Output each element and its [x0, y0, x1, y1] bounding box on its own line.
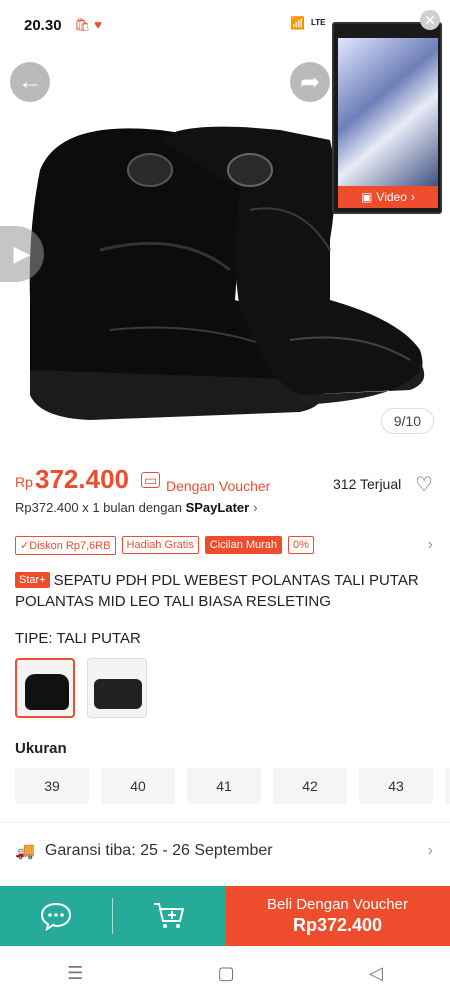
chevron-right-icon: ›	[253, 500, 258, 515]
variant-type-label: TIPE: TALI PUTAR	[15, 630, 141, 647]
promo-row[interactable]: ✓Diskon Rp7,6RB Hadiah Gratis Cicilan Mu…	[15, 534, 435, 556]
arrow-left-icon: ←	[18, 68, 42, 95]
chevron-right-icon: ›	[427, 842, 433, 859]
chevron-right-icon: ›	[410, 190, 415, 204]
divider	[0, 822, 450, 823]
system-icons: 📶 LTE	[290, 16, 325, 30]
voucher-label: Dengan Voucher	[166, 478, 271, 494]
size-label: Ukuran	[15, 740, 67, 757]
size-option[interactable]: 43	[359, 768, 433, 804]
close-video-button[interactable]: ✕	[420, 10, 440, 30]
back-triangle-icon[interactable]: ◁	[369, 963, 383, 984]
chevron-right-icon: ›	[427, 536, 433, 553]
truck-icon: 🚚	[15, 843, 35, 860]
promo-zero-percent: 0%	[288, 536, 314, 554]
buy-label: Beli Dengan Voucher	[267, 896, 408, 913]
variant-option-2[interactable]	[87, 658, 147, 718]
menu-icon[interactable]: ☰	[67, 963, 83, 984]
size-option[interactable]: 39	[15, 768, 89, 804]
system-nav-bar: ☰ ▢ ◁	[0, 946, 450, 1000]
buy-with-voucher-button[interactable]: Beli Dengan Voucher Rp372.400	[225, 886, 450, 946]
promo-installment: Cicilan Murah	[204, 536, 283, 554]
chat-button[interactable]	[0, 886, 112, 946]
shopee-logo-icon: ▣	[361, 190, 373, 204]
back-button[interactable]: ←	[10, 62, 50, 102]
size-option[interactable]: 41	[187, 768, 261, 804]
action-separator	[112, 886, 113, 946]
image-counter: 9/10	[380, 408, 434, 434]
promo-discount: ✓Diskon Rp7,6RB	[15, 535, 116, 555]
notification-icons: 🛍 ♥	[74, 17, 102, 33]
paylater-prefix: Rp372.400 x 1 bulan dengan	[15, 500, 186, 515]
home-icon[interactable]: ▢	[218, 963, 235, 984]
paylater-info[interactable]: Rp372.400 x 1 bulan dengan SPayLater ›	[15, 500, 258, 515]
size-option-overflow[interactable]	[445, 768, 450, 804]
video-label: Video	[376, 190, 407, 204]
size-option[interactable]: 40	[101, 768, 175, 804]
floating-video-player[interactable]: ▣ Video ›	[332, 22, 442, 214]
price-currency: Rp	[15, 474, 33, 490]
sold-count: 312 Terjual	[333, 476, 402, 492]
shopping-bag-icon: 🛍	[74, 17, 91, 32]
shipping-text: Garansi tiba: 25 - 26 September	[44, 842, 273, 859]
voucher-icon: ▭	[141, 472, 161, 488]
size-option[interactable]: 42	[273, 768, 347, 804]
add-cart-icon	[154, 903, 185, 928]
variant-option-tali-putar[interactable]	[15, 658, 75, 718]
product-title-block: Star+ SEPATU PDH PDL WEBEST POLANTAS TALI…	[15, 570, 435, 612]
chat-icon	[40, 902, 72, 931]
close-icon: ✕	[424, 11, 436, 28]
video-thumbnail	[338, 38, 438, 188]
promo-heart-icon: ♥	[94, 17, 102, 32]
action-bar: Beli Dengan Voucher Rp372.400	[0, 886, 450, 946]
product-title: SEPATU PDH PDL WEBEST POLANTAS TALI PUTA…	[15, 572, 419, 610]
star-plus-badge: Star+	[15, 572, 50, 588]
lte-indicator: LTE	[310, 18, 326, 27]
share-icon: ➦	[299, 68, 321, 96]
price-row: Rp 372.400 ▭ Dengan Voucher 312 Terjual …	[15, 464, 435, 496]
price-value: 372.400	[35, 464, 129, 494]
paylater-brand: SPayLater	[185, 500, 250, 515]
variant-thumbnail	[25, 674, 69, 710]
status-time: 20.30	[24, 17, 62, 34]
add-to-cart-button[interactable]	[113, 886, 225, 946]
variant-options	[15, 658, 147, 718]
favorite-heart-icon[interactable]: ♡	[415, 472, 433, 497]
promo-gift: Hadiah Gratis	[121, 536, 199, 554]
play-icon: ▶	[13, 241, 31, 266]
shipping-row[interactable]: 🚚 Garansi tiba: 25 - 26 September ›	[15, 838, 435, 864]
video-button[interactable]: ▣ Video ›	[338, 186, 438, 208]
wifi-icon: 📶	[290, 16, 305, 30]
variant-thumbnail	[94, 679, 142, 709]
share-button[interactable]: ➦	[290, 62, 330, 102]
size-options: 39 40 41 42 43	[15, 768, 450, 804]
buy-price: Rp372.400	[292, 915, 383, 935]
